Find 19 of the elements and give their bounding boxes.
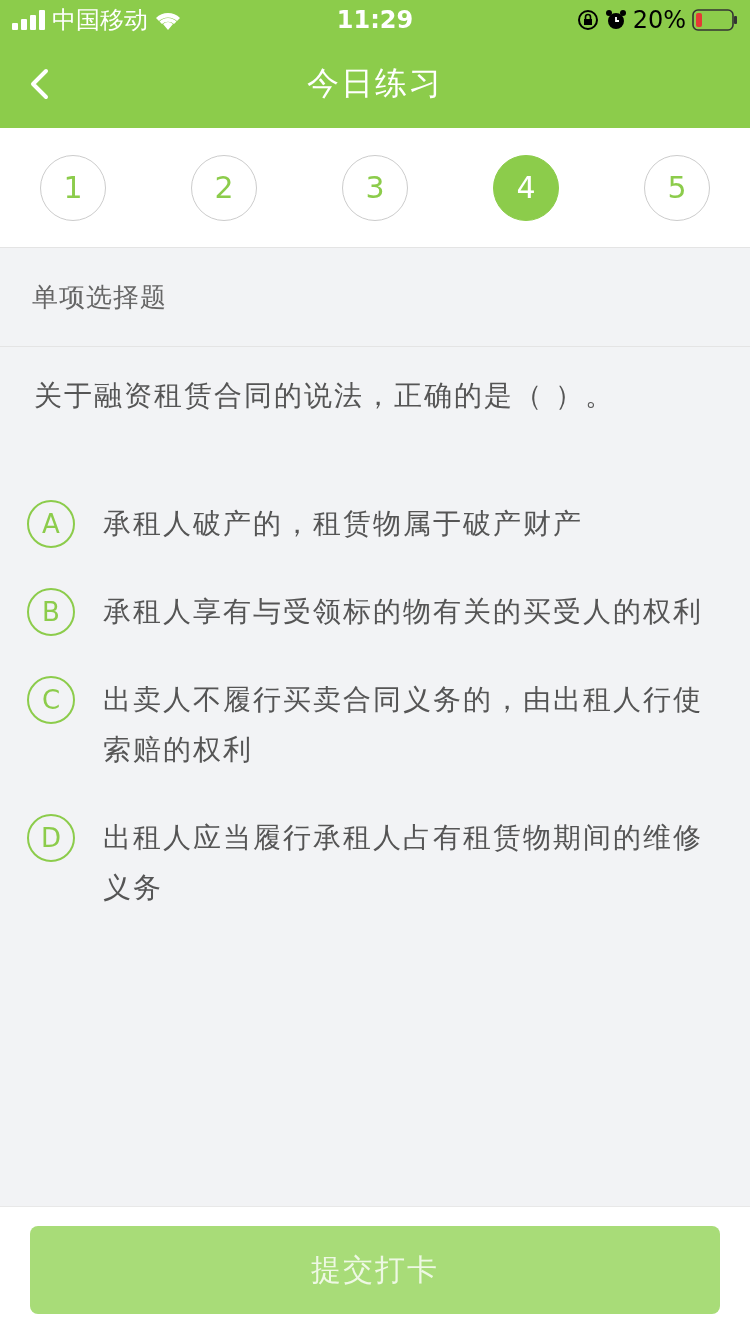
question-number[interactable]: 5 bbox=[644, 154, 710, 221]
option-letter[interactable]: D bbox=[27, 814, 75, 862]
battery-percent: 20% bbox=[632, 6, 686, 34]
option-text[interactable]: 出租人应当履行承租人占有租赁物期间的维修义务 bbox=[103, 813, 725, 913]
clock-time: 11:29 bbox=[336, 6, 414, 34]
option-letter[interactable]: C bbox=[27, 676, 75, 724]
question-number[interactable]: 4 bbox=[493, 154, 559, 221]
option-text[interactable]: 承租人享有与受领标的物有关的买受人的权利 bbox=[103, 587, 725, 637]
question-number[interactable]: 2 bbox=[191, 154, 257, 221]
question-number[interactable]: 3 bbox=[342, 154, 408, 221]
option-text[interactable]: 承租人破产的，租赁物属于破产财产 bbox=[103, 499, 725, 549]
question-text: 关于融资租赁合同的说法，正确的是（ ）。 bbox=[34, 378, 616, 414]
carrier-name: 中国移动 bbox=[52, 5, 148, 36]
option-letter[interactable]: A bbox=[27, 500, 75, 548]
option-letter[interactable]: B bbox=[27, 588, 75, 636]
question-number[interactable]: 1 bbox=[40, 154, 106, 221]
question-type: 单项选择题 bbox=[32, 280, 167, 314]
page-title: 今日练习 bbox=[306, 63, 444, 104]
option-text[interactable]: 出卖人不履行买卖合同义务的，由出租人行使索赔的权利 bbox=[103, 675, 725, 775]
